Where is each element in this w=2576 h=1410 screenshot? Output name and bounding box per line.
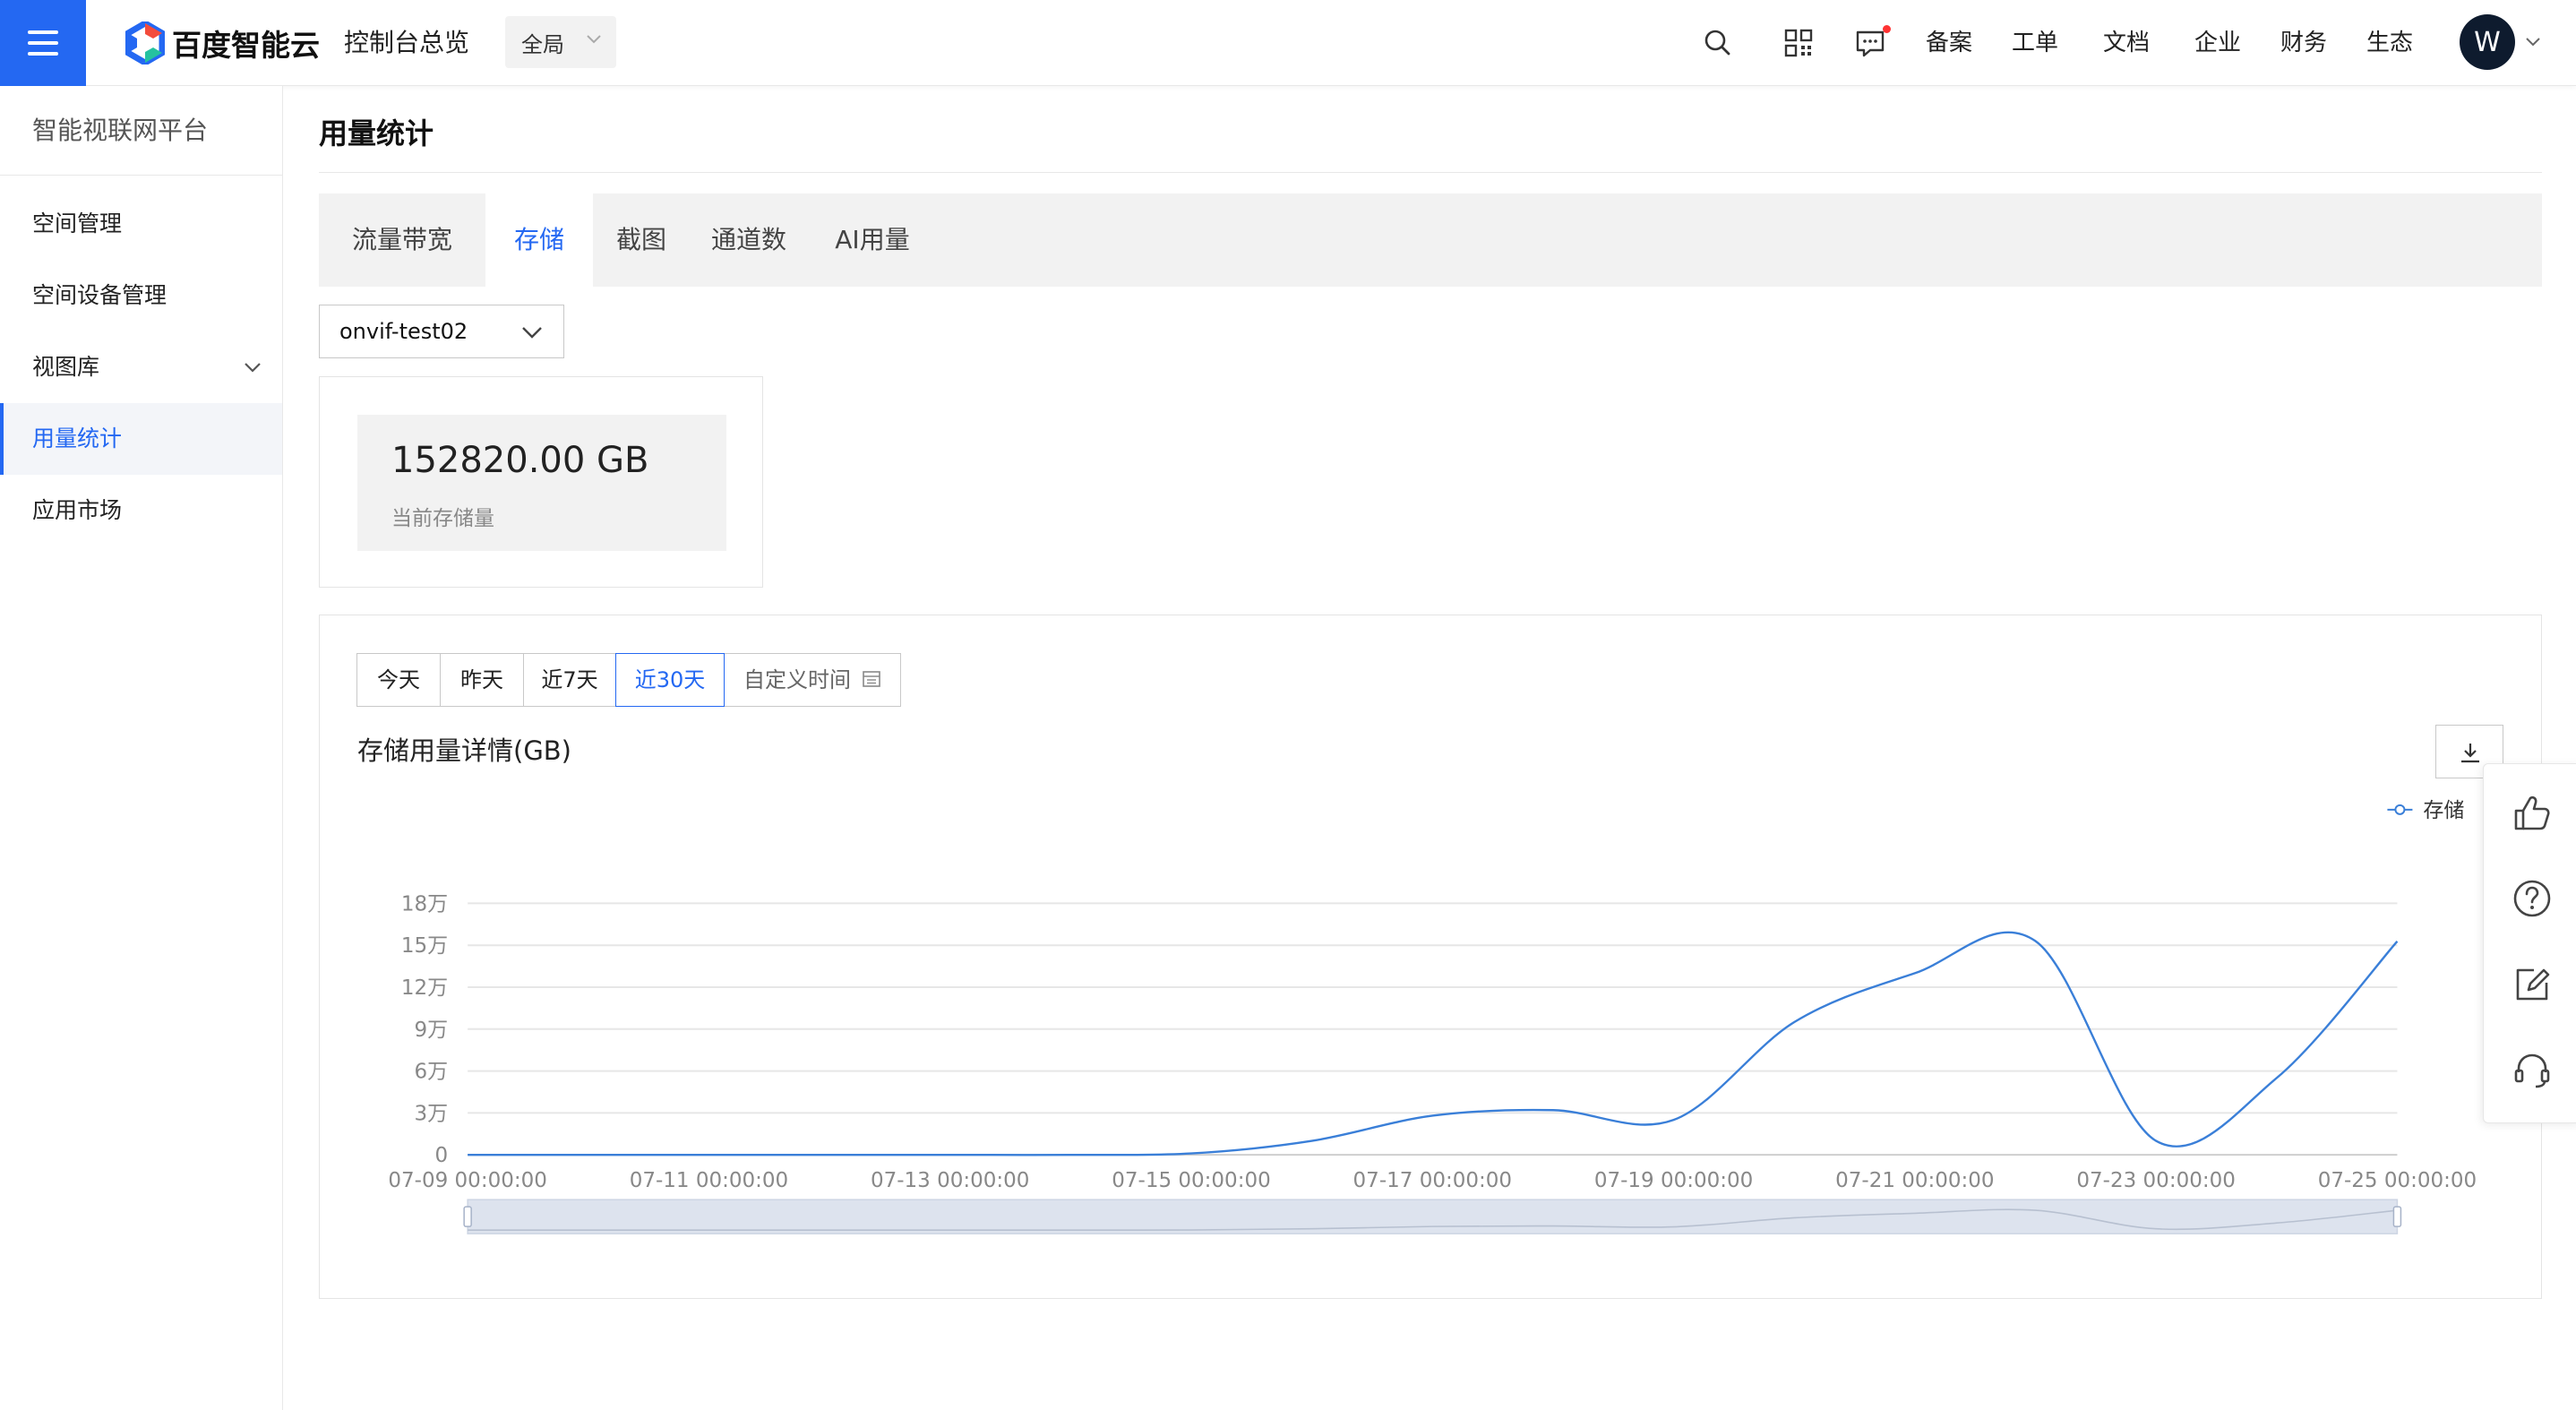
sidebar-item-view-library[interactable]: 视图库: [0, 331, 282, 403]
tab-channel-count[interactable]: 通道数: [690, 193, 808, 287]
qr-code-icon[interactable]: [1781, 25, 1816, 61]
stat-panel: 152820.00 GB 当前存储量: [357, 415, 726, 551]
console-overview-link[interactable]: 控制台总览: [344, 23, 469, 63]
sidebar: 智能视联网平台 空间管理 空间设备管理 视图库 用量统计 应用市场: [0, 86, 283, 1410]
chevron-down-icon: [245, 363, 261, 373]
sidebar-item-usage-statistics[interactable]: 用量统计: [0, 403, 282, 475]
tab-storage[interactable]: 存储: [485, 193, 593, 287]
x-tick-label: 07-13 00:00:00: [871, 1169, 1029, 1192]
sidebar-item-label: 空间管理: [32, 211, 123, 236]
title-divider: [319, 172, 2542, 173]
sidebar-item-label: 用量统计: [32, 426, 123, 451]
series-line-storage: [468, 931, 2399, 1156]
nav-link-ticket[interactable]: 工单: [2012, 25, 2058, 61]
sidebar-item-label: 应用市场: [32, 497, 123, 523]
feedback-edit-icon[interactable]: [2511, 963, 2554, 1006]
x-tick-label: 07-09 00:00:00: [388, 1169, 546, 1192]
chevron-down-icon: [522, 327, 542, 339]
y-tick-label: 12万: [401, 976, 448, 1000]
x-tick-label: 07-25 00:00:00: [2318, 1169, 2477, 1192]
sidebar-item-label: 空间设备管理: [32, 282, 167, 308]
x-tick-label: 07-11 00:00:00: [630, 1169, 788, 1192]
nav-link-ecosystem[interactable]: 生态: [2366, 25, 2413, 61]
nav-link-beian[interactable]: 备案: [1926, 25, 1972, 61]
menu-icon: [28, 30, 58, 56]
x-tick-label: 07-15 00:00:00: [1112, 1169, 1270, 1192]
data-zoom-left-handle[interactable]: [463, 1206, 472, 1227]
y-tick-label: 9万: [414, 1019, 448, 1042]
top-nav-bar: 百度智能云 控制台总览 全局 备案 工单 文档 企业 财务 生态 W: [0, 0, 2576, 86]
nav-link-docs[interactable]: 文档: [2103, 25, 2150, 61]
legend-label: 存储: [2423, 799, 2464, 822]
sidebar-item-space-device-management[interactable]: 空间设备管理: [0, 260, 282, 331]
hamburger-menu-button[interactable]: [0, 0, 86, 86]
y-tick-label: 18万: [401, 892, 448, 916]
x-tick-label: 07-23 00:00:00: [2076, 1169, 2235, 1192]
page-title: 用量统计: [319, 116, 434, 150]
instance-select-value: onvif-test02: [339, 319, 468, 344]
brand-logo[interactable]: 百度智能云: [125, 20, 320, 66]
tab-ai-usage[interactable]: AI用量: [808, 193, 937, 287]
x-tick-label: 07-17 00:00:00: [1353, 1169, 1512, 1192]
nav-link-enterprise[interactable]: 企业: [2194, 25, 2241, 61]
chevron-down-icon: [587, 35, 601, 44]
data-zoom-right-handle[interactable]: [2392, 1206, 2402, 1227]
brand-name: 百度智能云: [172, 28, 320, 63]
chevron-down-icon[interactable]: [2524, 36, 2542, 48]
storage-stat-card: 152820.00 GB 当前存储量: [319, 376, 763, 588]
user-avatar[interactable]: W: [2460, 14, 2515, 70]
customer-service-icon[interactable]: [2511, 1049, 2554, 1092]
sidebar-item-label: 视图库: [32, 354, 100, 380]
baidu-cloud-logo-icon: [125, 21, 165, 64]
data-zoom-track: [467, 1199, 2399, 1234]
tab-screenshot[interactable]: 截图: [593, 193, 690, 287]
storage-chart-card: 今天 昨天 近7天 近30天 自定义时间 存储用量详情(GB) 0 3万 6万 9万 1…: [319, 615, 2542, 1299]
thumbs-up-icon[interactable]: [2511, 791, 2554, 834]
sidebar-item-app-market[interactable]: 应用市场: [0, 475, 282, 546]
region-select-value: 全局: [521, 31, 564, 57]
floating-toolbar: [2483, 763, 2576, 1123]
instance-select[interactable]: onvif-test02: [319, 305, 564, 358]
y-tick-label: 15万: [401, 934, 448, 958]
current-storage-label: 当前存储量: [391, 507, 494, 530]
sidebar-title: 智能视联网平台: [0, 86, 282, 176]
search-icon[interactable]: [1700, 25, 1736, 61]
x-tick-label: 07-19 00:00:00: [1594, 1169, 1753, 1192]
notification-dot: [1883, 25, 1891, 33]
range-30days-button[interactable]: 近30天: [615, 653, 725, 707]
nav-link-finance[interactable]: 财务: [2280, 25, 2327, 61]
region-select[interactable]: 全局: [505, 16, 616, 68]
tab-traffic-bandwidth[interactable]: 流量带宽: [319, 193, 485, 287]
sidebar-item-space-management[interactable]: 空间管理: [0, 188, 282, 260]
help-icon[interactable]: [2511, 877, 2554, 920]
x-tick-label: 07-21 00:00:00: [1835, 1169, 1994, 1192]
current-storage-value: 152820.00 GB: [391, 440, 649, 481]
y-tick-label: 6万: [414, 1061, 448, 1084]
y-tick-label: 3万: [414, 1102, 448, 1125]
storage-line-chart: 0 3万 6万 9万 12万 15万 18万 07-09 00:00:00 07-11 00:0…: [388, 799, 2477, 1234]
y-tick-label: 0: [434, 1144, 448, 1167]
usage-tabs: 流量带宽 存储 截图 通道数 AI用量: [319, 193, 2542, 287]
legend-marker: [2394, 804, 2406, 815]
